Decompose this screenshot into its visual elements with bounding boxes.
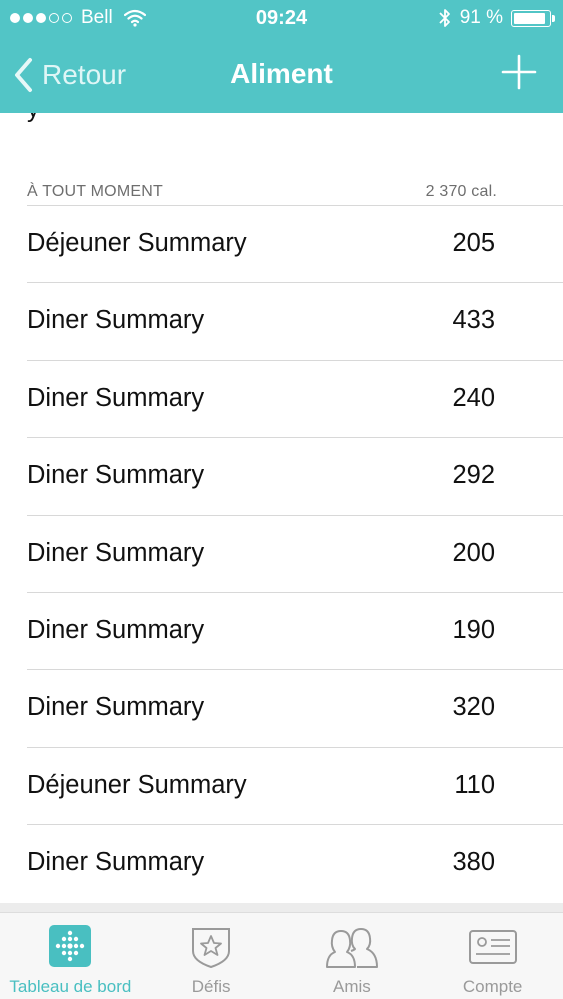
add-icon[interactable] bbox=[501, 54, 537, 90]
tab-challenges[interactable]: Défis bbox=[141, 913, 282, 999]
entry-calories: 292 bbox=[452, 461, 495, 490]
status-bar: Bell 09:24 91 % bbox=[0, 0, 563, 38]
battery-icon bbox=[511, 9, 555, 27]
clipped-text: y bbox=[27, 113, 40, 124]
list-item[interactable]: Diner Summary 240 bbox=[0, 361, 563, 439]
tab-label: Défis bbox=[191, 977, 231, 996]
entry-calories: 380 bbox=[452, 848, 495, 877]
tab-label: Tableau de bord bbox=[9, 977, 132, 996]
tab-label: Amis bbox=[332, 977, 371, 996]
list-item[interactable]: Diner Summary 380 bbox=[0, 825, 563, 902]
entry-calories: 240 bbox=[452, 383, 495, 412]
entry-name: Diner Summary bbox=[27, 461, 205, 490]
tab-label: Compte bbox=[462, 977, 523, 996]
list-item[interactable]: Diner Summary 433 bbox=[0, 283, 563, 361]
entry-name: Déjeuner Summary bbox=[27, 770, 247, 799]
tab-dashboard[interactable]: Tableau de bord bbox=[0, 913, 141, 999]
page-title: Aliment bbox=[230, 58, 333, 89]
entry-name: Diner Summary bbox=[27, 615, 205, 644]
entry-calories: 205 bbox=[452, 229, 495, 257]
section-header: À TOUT MOMENT 2 370 cal. bbox=[27, 183, 497, 201]
list-footer-band bbox=[0, 903, 563, 912]
status-right: 91 % bbox=[438, 7, 555, 29]
entry-name: Diner Summary bbox=[27, 306, 205, 335]
list-item[interactable]: Déjeuner Summary 110 bbox=[0, 748, 563, 826]
friends-icon bbox=[325, 928, 378, 968]
list-item[interactable]: Diner Summary 320 bbox=[0, 670, 563, 748]
entry-name: Diner Summary bbox=[27, 848, 205, 877]
food-log-content[interactable]: y À TOUT MOMENT 2 370 cal. Déjeuner Summ… bbox=[0, 113, 563, 903]
dashboard-dots-icon bbox=[49, 925, 92, 967]
section-total: 2 370 cal. bbox=[425, 183, 497, 200]
tab-account[interactable]: Compte bbox=[422, 913, 563, 999]
entry-list: Déjeuner Summary 205 Diner Summary 433 D… bbox=[0, 206, 563, 903]
tab-bar: Tableau de bord Défis Amis Compte bbox=[0, 912, 563, 999]
entry-name: Déjeuner Summary bbox=[27, 229, 247, 257]
entry-calories: 320 bbox=[452, 693, 495, 722]
list-item[interactable]: Déjeuner Summary 205 bbox=[0, 206, 563, 284]
list-item[interactable]: Diner Summary 292 bbox=[0, 438, 563, 516]
header: Bell 09:24 91 % Retour Aliment bbox=[0, 0, 563, 113]
bluetooth-icon bbox=[439, 9, 450, 27]
id-card-icon bbox=[468, 930, 517, 964]
list-item[interactable]: Diner Summary 190 bbox=[0, 593, 563, 671]
star-badge-icon bbox=[192, 928, 231, 969]
entry-name: Diner Summary bbox=[27, 693, 205, 722]
entry-calories: 190 bbox=[452, 615, 495, 644]
entry-name: Diner Summary bbox=[27, 538, 205, 567]
section-title: À TOUT MOMENT bbox=[27, 183, 163, 200]
entry-name: Diner Summary bbox=[27, 383, 205, 412]
battery-percent: 91 % bbox=[459, 7, 503, 28]
entry-calories: 200 bbox=[452, 538, 495, 567]
tab-friends[interactable]: Amis bbox=[282, 913, 423, 999]
entry-calories: 110 bbox=[454, 770, 495, 799]
entry-calories: 433 bbox=[452, 306, 495, 335]
nav-bar: Retour Aliment bbox=[0, 38, 563, 113]
list-item[interactable]: Diner Summary 200 bbox=[0, 516, 563, 593]
